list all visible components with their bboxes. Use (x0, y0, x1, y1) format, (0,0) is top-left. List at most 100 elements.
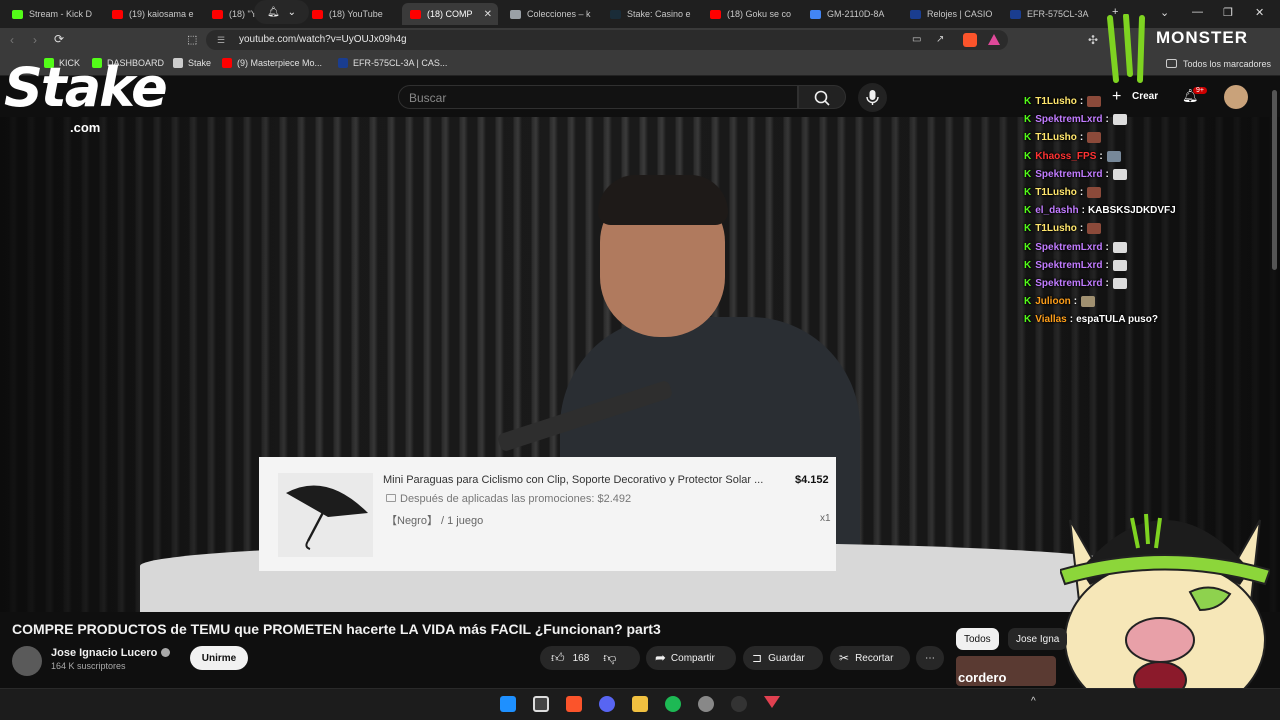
join-label: Unirme (201, 652, 237, 664)
browser-tab[interactable]: EFR-575CL-3A (1002, 3, 1096, 25)
bookmark-star-icon[interactable]: ⬚ (187, 33, 197, 46)
folder-icon (1166, 59, 1177, 68)
chat-separator: : (1079, 96, 1084, 107)
chat-username[interactable]: SpektremLxrd (1035, 242, 1102, 253)
browser-tab[interactable]: (18) COMP ✕ (402, 3, 498, 25)
share-page-icon[interactable]: ↗ (936, 34, 944, 45)
browser-tab[interactable]: Colecciones – k (502, 3, 596, 25)
chat-message: K T1Lusho: (1024, 132, 1102, 144)
notification-badge: 9+ (1193, 87, 1207, 94)
tray-chevron-up-icon[interactable]: ^ (1031, 696, 1036, 707)
umbrella-icon (286, 485, 368, 550)
chat-message: K SpektremLxrd: (1024, 168, 1127, 180)
recommended-thumbnail[interactable]: cordero (956, 656, 1056, 686)
save-button[interactable]: ⊐ Guardar (743, 646, 823, 670)
search-input[interactable]: Buscar (398, 85, 798, 109)
channel-name[interactable]: Jose Ignacio Lucero (51, 647, 157, 659)
join-button[interactable]: Unirme (190, 646, 248, 670)
browser-tab[interactable]: Stake: Casino e (602, 3, 696, 25)
chat-message: K Viallas: espaTULA puso? (1024, 314, 1158, 325)
chat-username[interactable]: SpektremLxrd (1035, 169, 1102, 180)
site-info-icon[interactable]: ☰ (217, 35, 225, 46)
task-view-icon[interactable] (533, 696, 549, 712)
tab-favicon-icon (810, 9, 821, 19)
browser-tab[interactable]: (18) YouTube (304, 3, 398, 25)
browser-tab[interactable]: Relojes | CASIO (902, 3, 996, 25)
chat-emote-icon (1087, 223, 1102, 235)
search-button[interactable] (798, 85, 846, 109)
stake-logo: Stake (4, 56, 168, 119)
chat-username[interactable]: SpektremLxrd (1035, 260, 1102, 271)
app-icon[interactable] (731, 696, 747, 712)
chat-username[interactable]: Julioon (1035, 296, 1071, 307)
kick-badge-icon: K (1024, 187, 1032, 198)
share-button[interactable]: ➦ Compartir (646, 646, 736, 670)
minimize-icon[interactable]: — (1192, 6, 1203, 18)
browser-tab[interactable]: Stream - Kick D (4, 3, 98, 25)
chat-emote-icon (1112, 259, 1127, 271)
chat-username[interactable]: T1Lusho (1035, 223, 1077, 234)
brave-browser-icon[interactable] (566, 696, 582, 712)
close-tab-icon[interactable]: ✕ (484, 9, 492, 20)
windows-start-icon[interactable] (500, 696, 516, 712)
more-actions-button[interactable]: ⋯ (916, 646, 944, 670)
chevron-down-icon[interactable]: ⌄ (1160, 6, 1169, 19)
chat-username[interactable]: Viallas (1035, 314, 1067, 325)
create-button[interactable]: Crear (1132, 91, 1158, 102)
bookmark-item[interactable]: (9) Masterpiece Mo... (222, 58, 322, 68)
bookmark-label: EFR-575CL-3A | CAS... (353, 58, 448, 68)
kick-badge-icon: K (1024, 150, 1032, 162)
cast-icon[interactable]: ▭ (912, 34, 921, 45)
chat-emote-icon (1112, 278, 1127, 289)
chat-username[interactable]: T1Lusho (1035, 187, 1077, 198)
bookmark-item[interactable]: EFR-575CL-3A | CAS... (338, 58, 447, 68)
clip-button[interactable]: ✂ Recortar (830, 646, 910, 670)
chat-username[interactable]: Khaoss_FPS (1035, 151, 1096, 162)
forward-icon[interactable]: › (33, 33, 37, 47)
discord-icon[interactable] (599, 696, 615, 712)
filter-chip-all[interactable]: Todos (956, 628, 999, 650)
all-bookmarks-link[interactable]: Todos los marcadores (1183, 59, 1271, 69)
tab-label: (18) COMP (427, 9, 473, 19)
file-explorer-icon[interactable] (632, 696, 648, 712)
url-text[interactable]: youtube.com/watch?v=UyOUJx09h4g (239, 34, 407, 45)
chat-username[interactable]: SpektremLxrd (1035, 278, 1102, 289)
valorant-icon[interactable] (764, 696, 780, 708)
steam-icon[interactable] (698, 696, 714, 712)
chat-message: K SpektremLxrd: (1024, 259, 1127, 271)
chat-message: Kel_dashh: KABSKSJDKDVFJ (1024, 205, 1176, 216)
extensions-icon[interactable]: ✣ (1088, 33, 1098, 47)
dislike-icon[interactable]: 👎︎ (603, 650, 616, 666)
kick-badge-icon: K (1024, 241, 1032, 253)
chat-username[interactable]: SpektremLxrd (1035, 114, 1102, 125)
chat-scrollbar[interactable] (1272, 90, 1277, 270)
browser-tab[interactable]: (18) Goku se co (702, 3, 796, 25)
save-icon: ⊐ (752, 651, 763, 665)
browser-tab[interactable]: GM-2110D-8A (802, 3, 896, 25)
avatar[interactable] (1224, 85, 1248, 109)
thumbnail-text: cordero (958, 670, 1007, 685)
filter-chip-channel[interactable]: Jose Igna (1008, 628, 1068, 650)
bookmark-item[interactable]: Stake (173, 58, 211, 68)
subscription-bell-button[interactable]: 🔔︎ ⌄ (254, 0, 309, 24)
reload-icon[interactable]: ⟳ (54, 32, 64, 46)
brave-shield-icon[interactable] (963, 33, 977, 47)
create-plus-icon: + (1112, 88, 1122, 105)
maximize-icon[interactable]: ❐ (1223, 6, 1233, 19)
like-icon[interactable]: 👍︎ (551, 650, 565, 666)
voice-search-button[interactable] (858, 83, 887, 112)
like-count[interactable]: 168 (573, 653, 590, 664)
chat-username[interactable]: T1Lusho (1035, 132, 1077, 143)
spotify-icon[interactable] (665, 696, 681, 712)
channel-avatar[interactable] (12, 646, 42, 676)
back-icon[interactable]: ‹ (10, 33, 14, 47)
chat-username[interactable]: el_dashh (1035, 205, 1078, 216)
chat-username[interactable]: T1Lusho (1035, 96, 1077, 107)
kick-badge-icon: K (1024, 223, 1032, 235)
browser-tab[interactable]: (19) kaiosama e (104, 3, 198, 25)
close-window-icon[interactable]: ✕ (1255, 6, 1264, 19)
search-icon (814, 90, 830, 106)
clip-label: Recortar (855, 652, 894, 664)
brave-rewards-icon[interactable] (988, 34, 1000, 45)
kick-badge-icon: K (1024, 296, 1032, 308)
